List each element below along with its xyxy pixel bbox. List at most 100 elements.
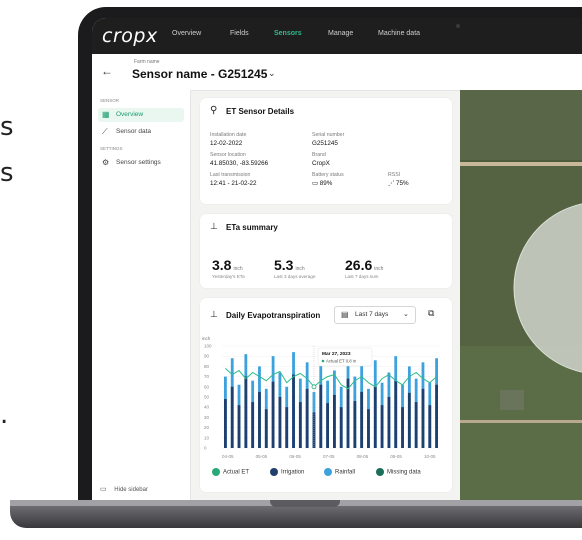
irrigation-bar	[387, 397, 391, 448]
y-tick-label: 100	[204, 344, 212, 349]
tooltip-point	[311, 384, 317, 390]
irrigation-bar	[292, 374, 295, 448]
legend-dot	[212, 468, 220, 476]
sidebar-item-overview[interactable]: ▦ Overview	[98, 108, 184, 122]
battery-status-value: ▭ 89%	[312, 180, 332, 187]
sidebar-item-sensor-settings[interactable]: ⚙ Sensor settings	[98, 156, 184, 170]
irrigation-bar	[285, 407, 289, 448]
cropped-text-1: s	[0, 112, 14, 142]
cropx-logo[interactable]: cropx	[102, 25, 158, 47]
eta-summary-title: ETa summary	[226, 223, 278, 232]
search-icon: ⚲	[210, 105, 218, 116]
laptop-base	[10, 506, 582, 528]
irrigation-bar	[407, 392, 411, 448]
y-tick-label: 40	[204, 405, 210, 410]
y-tick-label: 20	[204, 425, 210, 430]
installation-date-label: Installation date	[210, 132, 247, 138]
yesterday-eta-value: 3.8 inch	[212, 257, 243, 273]
top-navigation: cropx Overview Fields Sensors Manage Mac…	[92, 18, 582, 54]
irrigation-bar	[251, 402, 255, 448]
x-tick-label: 07-05	[323, 454, 335, 459]
stat-unit: inch	[374, 266, 384, 272]
tooltip-date: Mar 27, 2023	[322, 351, 351, 357]
chevron-down-icon: ⌄	[403, 311, 409, 318]
eta-summary-card: ⊥ ETa summary 3.8 inch Yesterday's ETa 5.…	[200, 214, 452, 288]
chart-icon: ⟋	[102, 127, 108, 136]
irrigation-bar	[414, 402, 418, 448]
page-title: Sensor name - G251245	[132, 67, 268, 81]
irrigation-bar	[380, 405, 384, 448]
irrigation-bar	[237, 405, 241, 448]
sidebar: SENSOR ▦ Overview ⟋ Sensor data SETTINGS…	[92, 90, 191, 500]
irrigation-bar	[373, 386, 377, 448]
y-tick-label: 70	[204, 374, 210, 379]
stat-number: 5.3	[274, 257, 294, 273]
x-tick-label: 05-05	[256, 454, 268, 459]
rssi-label: RSSI	[388, 172, 401, 178]
sidebar-item-sensor-data[interactable]: ⟋ Sensor data	[98, 125, 184, 139]
irrigation-bar	[326, 403, 329, 448]
camera-dot	[456, 24, 460, 28]
map-road-2	[460, 420, 582, 423]
legend-irrigation: Irrigation	[270, 468, 304, 476]
avg3-eta-caption: Last 3 days average	[274, 274, 316, 279]
serial-number-label: Serial number	[312, 132, 345, 138]
yesterday-eta-caption: Yesterday's ETa	[212, 274, 245, 279]
irrigation-bar	[258, 391, 261, 448]
irrigation-bar	[333, 394, 336, 448]
stat-unit: inch	[295, 266, 305, 272]
irrigation-bar	[319, 384, 323, 448]
field-map[interactable]	[460, 90, 582, 500]
y-tick-label: 30	[204, 415, 210, 420]
y-tick-label: 10	[204, 435, 210, 440]
irrigation-bar	[271, 381, 275, 448]
daily-et-chart: inch 0 10 20 30 40 50 60 70 80 90 100 Mar 27, 2023 Ac…	[202, 336, 440, 459]
map-road-1	[460, 162, 582, 166]
irrigation-bar	[244, 376, 248, 448]
grid-icon: ▦	[102, 110, 110, 119]
map-svg	[460, 90, 582, 500]
last-transmission-value: 12:41 - 21-02-22	[210, 180, 257, 187]
legend-label: Rainfall	[335, 469, 356, 476]
y-tick-label: 80	[204, 364, 210, 369]
sidebar-item-label: Overview	[116, 111, 144, 118]
rssi-percent: 75%	[396, 180, 409, 187]
eta-icon: ⊥	[210, 309, 218, 319]
date-range-select[interactable]: ▤ Last 7 days ⌄	[334, 306, 416, 324]
tooltip-dot	[321, 359, 325, 363]
y-tick-label: 60	[204, 384, 210, 389]
nav-manage[interactable]: Manage	[328, 30, 353, 37]
laptop-notch	[270, 500, 340, 507]
legend-label: Missing data	[387, 469, 421, 476]
legend-rainfall: Rainfall	[324, 468, 355, 476]
irrigation-bar	[224, 399, 227, 448]
hide-sidebar-button[interactable]: ▭ Hide sidebar	[100, 485, 148, 493]
irrigation-bar	[230, 386, 234, 448]
arrow-left-icon[interactable]: ←	[101, 64, 113, 78]
nav-sensors[interactable]: Sensors	[274, 30, 302, 37]
irrigation-bar	[305, 388, 309, 448]
brand-label: Brand	[312, 152, 326, 158]
irrigation-bar	[360, 391, 364, 448]
signal-icon: ⋰	[388, 180, 395, 187]
tooltip-value: Actual ET 0.8 in	[326, 359, 357, 364]
y-tick-label: 50	[204, 395, 210, 400]
external-link-icon[interactable]: ⧉	[428, 308, 434, 319]
chevron-down-icon[interactable]: ⌄	[268, 68, 276, 79]
legend-dot	[376, 468, 384, 476]
nav-machine-data[interactable]: Machine data	[378, 30, 420, 37]
irrigation-bar	[394, 380, 398, 448]
x-tick-label: 09-05	[390, 454, 402, 459]
sensor-location-value: 41.85030, -83.59266	[210, 160, 269, 167]
x-tick-label: 08-05	[357, 454, 369, 459]
irrigation-bar	[298, 402, 302, 448]
nav-fields[interactable]: Fields	[230, 30, 249, 37]
irrigation-bar	[339, 407, 343, 448]
stat-unit: inch	[233, 266, 243, 272]
y-unit-label: inch	[202, 336, 211, 341]
y-tick-label: 0	[204, 446, 207, 451]
collapse-icon: ▭	[100, 486, 107, 493]
nav-overview[interactable]: Overview	[172, 30, 201, 37]
avg3-eta-value: 5.3 inch	[274, 257, 305, 273]
irrigation-bar	[367, 409, 370, 448]
